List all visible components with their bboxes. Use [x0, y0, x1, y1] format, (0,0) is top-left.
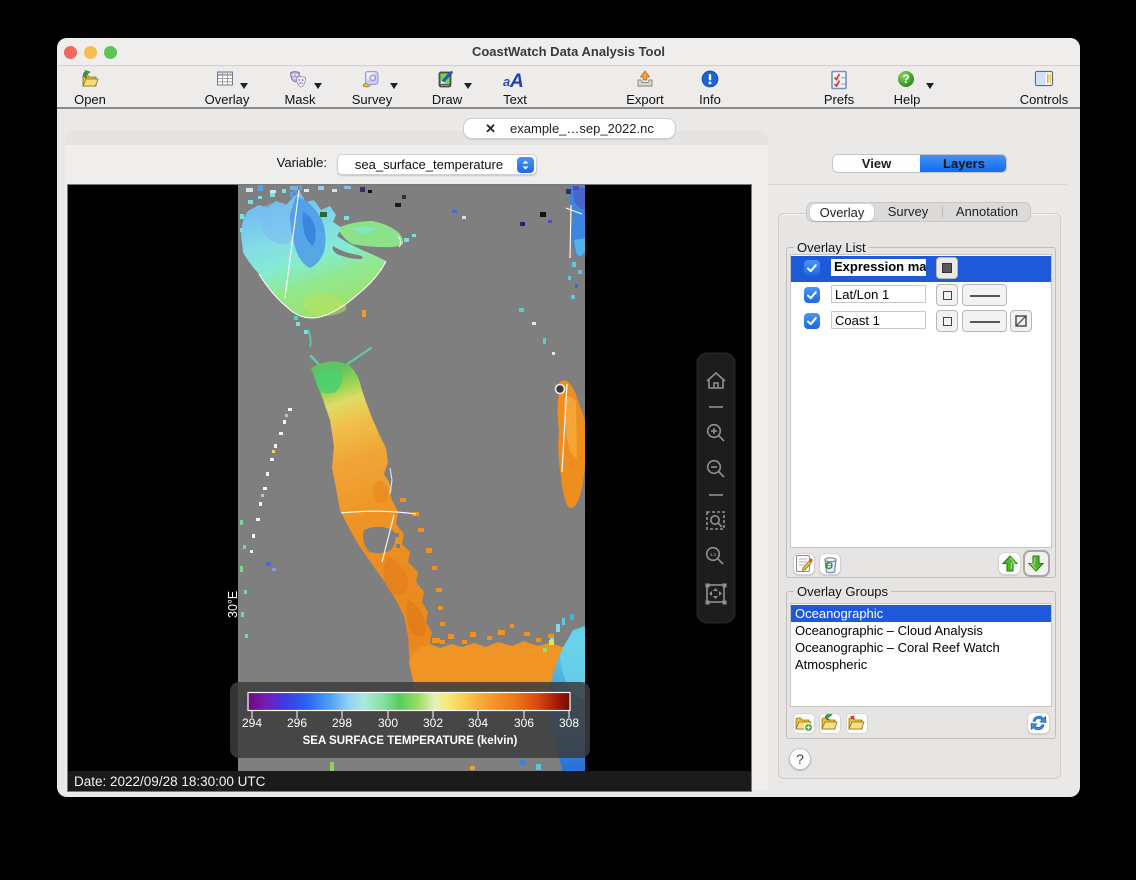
svg-text:296: 296: [287, 716, 307, 730]
svg-text:304: 304: [468, 716, 488, 730]
svg-text:1:1: 1:1: [710, 552, 717, 557]
svg-text:308: 308: [559, 716, 579, 730]
svg-text:A: A: [509, 71, 524, 90]
svg-text:30°E: 30°E: [226, 591, 240, 618]
svg-text:SEA SURFACE TEMPERATURE (kelvi: SEA SURFACE TEMPERATURE (kelvin): [303, 735, 518, 747]
svg-text:294: 294: [242, 716, 262, 730]
svg-text:300: 300: [378, 716, 398, 730]
svg-text:306: 306: [514, 716, 534, 730]
svg-text:298: 298: [332, 716, 352, 730]
svg-text:?: ?: [902, 74, 909, 86]
svg-text:302: 302: [423, 716, 443, 730]
svg-text:Date: 2022/09/28 18:30:00 UTC: Date: 2022/09/28 18:30:00 UTC: [74, 774, 266, 789]
